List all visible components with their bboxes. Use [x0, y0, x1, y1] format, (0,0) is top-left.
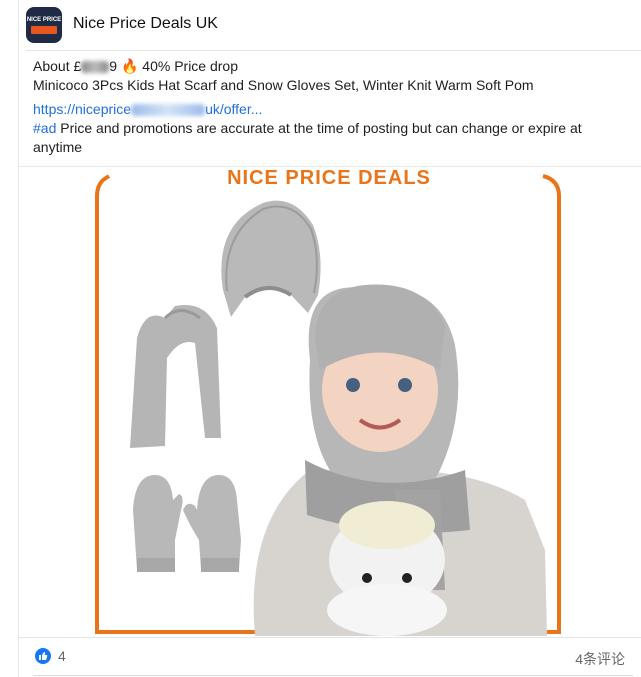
link-redaction	[131, 104, 206, 117]
footer-divider	[18, 637, 641, 638]
promo-illustration	[95, 174, 561, 636]
offer-link-prefix[interactable]: https://niceprice	[33, 101, 131, 117]
header-divider	[26, 50, 641, 51]
offer-link-suffix[interactable]: uk/offer...	[205, 101, 262, 117]
footer-bottom-divider	[33, 675, 633, 676]
price-drop-text: 40% Price drop	[142, 58, 238, 74]
scarf-product	[130, 304, 221, 448]
avatar-logo-text: NICE PRICE	[26, 16, 62, 23]
page-avatar[interactable]: NICE PRICE	[26, 7, 62, 43]
offer-link[interactable]: https://niceprice uk/offer...	[33, 100, 618, 119]
banner-title: NICE PRICE DEALS	[95, 167, 563, 190]
price-redaction	[81, 61, 110, 74]
disclaimer-line: #ad Price and promotions are accurate at…	[33, 119, 618, 157]
post-image[interactable]: NICE PRICE DEALS	[95, 167, 563, 636]
post-header: NICE PRICE Nice Price Deals UK	[0, 0, 641, 50]
avatar-logo-bar	[31, 25, 57, 34]
banner-title-text: NICE PRICE DEALS	[221, 167, 437, 189]
price-suffix: 9	[109, 58, 118, 74]
page-name-link[interactable]: Nice Price Deals UK	[73, 15, 218, 33]
like-count: 4	[58, 648, 66, 664]
comments-count-link[interactable]: 4条评论	[575, 649, 625, 669]
reactions-summary[interactable]: 4	[35, 648, 66, 664]
hat-product	[221, 200, 321, 317]
thumbs-up-icon	[39, 652, 48, 660]
fire-emoji-icon: 🔥	[120, 58, 139, 74]
like-icon	[35, 648, 51, 664]
post-text: About £ 9 🔥 40% Price drop Minicoco 3Pcs …	[33, 57, 618, 157]
snowman-toy	[327, 501, 447, 636]
price-line: About £ 9 🔥 40% Price drop	[33, 57, 618, 76]
gloves-product	[133, 475, 241, 572]
ad-hashtag-link[interactable]: #ad	[33, 120, 56, 136]
disclaimer-text: Price and promotions are accurate at the…	[33, 120, 582, 155]
price-prefix: About £	[33, 58, 82, 74]
product-title: Minicoco 3Pcs Kids Hat Scarf and Snow Gl…	[33, 77, 534, 93]
